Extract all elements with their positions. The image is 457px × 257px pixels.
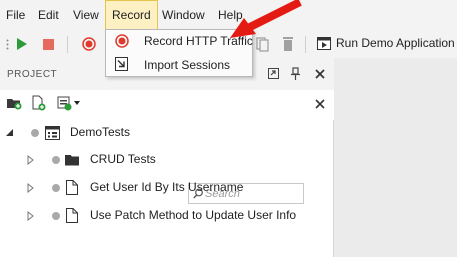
test-suite-icon [45, 126, 60, 140]
import-sessions-item[interactable]: Import Sessions [106, 54, 252, 77]
import-sessions-label: Import Sessions [144, 58, 231, 72]
tree-label: Use Patch Method to Update User Info [90, 208, 297, 222]
pin-icon[interactable] [291, 67, 300, 80]
tree-item-get-user-id[interactable]: Get User Id By Its Username [0, 175, 334, 201]
new-item-dropdown-icon[interactable] [57, 95, 81, 111]
import-icon [115, 57, 128, 71]
status-dot [31, 129, 39, 137]
test-file-icon [66, 208, 78, 223]
toolbar-separator [67, 36, 68, 53]
menu-view[interactable]: View [73, 0, 99, 30]
tree-item-crud-tests[interactable]: CRUD Tests [0, 147, 334, 173]
tree-item-use-patch-method[interactable]: Use Patch Method to Update User Info [0, 203, 334, 229]
collapsed-arrow-icon[interactable] [27, 183, 34, 193]
panel-title: PROJECT [7, 69, 58, 80]
menu-edit[interactable]: Edit [38, 0, 59, 30]
record-toolbar-icon[interactable] [82, 37, 96, 51]
menu-window[interactable]: Window [162, 0, 205, 30]
status-dot [52, 156, 60, 164]
test-file-icon [66, 180, 78, 195]
folder-icon [65, 155, 79, 166]
menu-record[interactable]: Record [105, 0, 158, 30]
editor-area [334, 58, 457, 257]
collapsed-arrow-icon[interactable] [27, 155, 34, 165]
clear-search-icon[interactable] [315, 99, 325, 109]
stop-icon[interactable] [43, 39, 54, 50]
toolbar-grip-icon [6, 39, 9, 50]
run-icon[interactable] [16, 37, 28, 51]
tree-item-demotests[interactable]: DemoTests [0, 120, 334, 146]
tree-label: DemoTests [70, 125, 131, 139]
record-icon [115, 34, 129, 48]
run-demo-label: Run Demo Application [336, 36, 455, 50]
maximize-icon[interactable] [268, 68, 279, 79]
status-dot [52, 184, 60, 192]
project-toolbar [0, 90, 334, 204]
menu-file[interactable]: File [6, 0, 25, 30]
new-folder-icon[interactable] [6, 96, 22, 110]
status-dot [52, 212, 60, 220]
close-panel-icon[interactable] [315, 69, 325, 79]
tree-label: CRUD Tests [90, 152, 156, 166]
expanded-arrow-icon[interactable] [6, 129, 14, 137]
demo-app-icon [317, 37, 331, 50]
annotation-arrow-icon [230, 0, 302, 38]
collapsed-arrow-icon[interactable] [27, 211, 34, 221]
tree-label: Get User Id By Its Username [90, 180, 244, 194]
new-test-icon[interactable] [32, 95, 46, 111]
